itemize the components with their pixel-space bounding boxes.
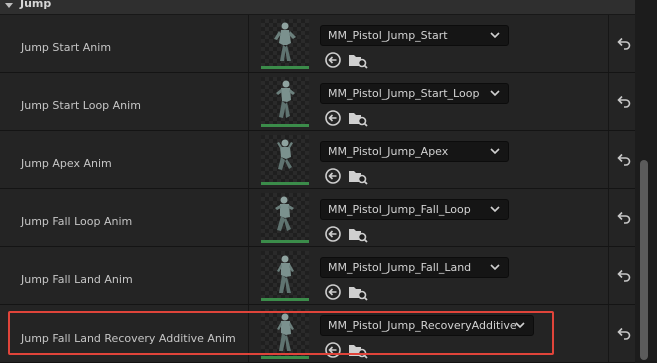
- animation-thumbnail[interactable]: [261, 193, 309, 243]
- asset-dropdown[interactable]: MM_Pistol_Jump_Fall_Loop: [320, 199, 509, 220]
- character-figure-icon: [274, 22, 296, 61]
- property-row: Jump Start Anim MM_Pistol_Jump_Start: [0, 15, 635, 73]
- animation-thumbnail[interactable]: [261, 77, 309, 127]
- asset-name: MM_Pistol_Jump_RecoveryAdditive: [328, 319, 517, 332]
- asset-name: MM_Pistol_Jump_Start_Loop: [328, 87, 480, 100]
- property-label: Jump Fall Land Recovery Additive Anim: [21, 332, 236, 345]
- property-row: Jump Fall Loop Anim MM_Pistol_Jump_Fall_…: [0, 189, 635, 247]
- character-figure-icon: [275, 196, 294, 231]
- property-label: Jump Fall Loop Anim: [21, 215, 133, 228]
- property-name-cell: Jump Fall Land Anim: [0, 247, 249, 304]
- asset-name: MM_Pistol_Jump_Apex: [328, 145, 449, 158]
- animation-thumbnail[interactable]: [261, 251, 309, 301]
- use-selected-arrow-icon[interactable]: [324, 51, 342, 69]
- property-name-cell: Jump Fall Land Recovery Additive Anim: [0, 305, 249, 362]
- browse-folder-icon[interactable]: [348, 167, 368, 185]
- use-selected-arrow-icon[interactable]: [324, 225, 342, 243]
- asset-name: MM_Pistol_Jump_Fall_Land: [328, 261, 472, 274]
- property-value-cell: MM_Pistol_Jump_Fall_Land: [253, 247, 608, 304]
- property-value-cell: MM_Pistol_Jump_Apex: [253, 131, 608, 188]
- browse-folder-icon[interactable]: [348, 51, 368, 69]
- property-label: Jump Start Loop Anim: [21, 99, 141, 112]
- reset-column: [608, 189, 636, 246]
- reset-column: [608, 247, 636, 304]
- property-name-cell: Jump Fall Loop Anim: [0, 189, 249, 246]
- property-value-cell: MM_Pistol_Jump_Fall_Loop: [253, 189, 608, 246]
- reset-to-default-icon[interactable]: [617, 327, 631, 340]
- character-figure-icon: [277, 255, 294, 293]
- property-row: Jump Fall Land Recovery Additive Anim MM…: [0, 305, 635, 363]
- asset-name: MM_Pistol_Jump_Fall_Loop: [328, 203, 471, 216]
- property-label: Jump Fall Land Anim: [21, 273, 133, 286]
- asset-dropdown[interactable]: MM_Pistol_Jump_Start_Loop: [320, 83, 509, 104]
- property-name-cell: Jump Start Anim: [0, 15, 249, 72]
- property-label: Jump Start Anim: [21, 41, 112, 54]
- section-header-jump[interactable]: Jump: [0, 0, 635, 15]
- use-selected-arrow-icon[interactable]: [324, 109, 342, 127]
- reset-column: [608, 15, 636, 72]
- asset-dropdown[interactable]: MM_Pistol_Jump_Start: [320, 25, 509, 46]
- property-row: Jump Start Loop Anim MM_Pistol_Jump_Star…: [0, 73, 635, 131]
- chevron-down-icon: [490, 32, 500, 39]
- chevron-down-icon: [490, 206, 500, 213]
- asset-dropdown[interactable]: MM_Pistol_Jump_Fall_Land: [320, 257, 509, 278]
- reset-column: [608, 131, 636, 188]
- property-name-cell: Jump Apex Anim: [0, 131, 249, 188]
- reset-to-default-icon[interactable]: [617, 95, 631, 108]
- browse-folder-icon[interactable]: [348, 225, 368, 243]
- chevron-down-icon: [490, 264, 500, 271]
- use-selected-arrow-icon[interactable]: [324, 341, 342, 359]
- property-value-cell: MM_Pistol_Jump_RecoveryAdditive: [253, 305, 608, 362]
- section-title: Jump: [20, 0, 52, 10]
- asset-dropdown[interactable]: MM_Pistol_Jump_RecoveryAdditive: [320, 315, 534, 336]
- animation-thumbnail[interactable]: [261, 135, 309, 185]
- chevron-down-icon: [490, 148, 500, 155]
- browse-folder-icon[interactable]: [348, 341, 368, 359]
- reset-to-default-icon[interactable]: [617, 211, 631, 224]
- use-selected-arrow-icon[interactable]: [324, 167, 342, 185]
- collapse-arrow-icon[interactable]: [5, 3, 13, 8]
- asset-name: MM_Pistol_Jump_Start: [328, 29, 448, 42]
- scrollbar-thumb[interactable]: [640, 160, 648, 360]
- browse-folder-icon[interactable]: [348, 109, 368, 127]
- animation-thumbnail[interactable]: [261, 309, 309, 359]
- property-row: Jump Apex Anim MM_Pistol_Jump_Apex: [0, 131, 635, 189]
- reset-to-default-icon[interactable]: [617, 269, 631, 282]
- asset-dropdown[interactable]: MM_Pistol_Jump_Apex: [320, 141, 509, 162]
- chevron-down-icon: [490, 90, 500, 97]
- chevron-down-icon: [515, 322, 525, 329]
- use-selected-arrow-icon[interactable]: [324, 283, 342, 301]
- reset-to-default-icon[interactable]: [617, 153, 631, 166]
- property-value-cell: MM_Pistol_Jump_Start: [253, 15, 608, 72]
- character-figure-icon: [277, 313, 294, 351]
- browse-folder-icon[interactable]: [348, 283, 368, 301]
- reset-to-default-icon[interactable]: [617, 37, 631, 50]
- property-name-cell: Jump Start Loop Anim: [0, 73, 249, 130]
- reset-column: [608, 305, 636, 362]
- property-label: Jump Apex Anim: [21, 157, 112, 170]
- animation-thumbnail[interactable]: [261, 19, 309, 69]
- character-figure-icon: [277, 139, 293, 170]
- character-figure-icon: [276, 80, 295, 118]
- reset-column: [608, 73, 636, 130]
- property-value-cell: MM_Pistol_Jump_Start_Loop: [253, 73, 608, 130]
- property-row: Jump Fall Land Anim MM_Pistol_Jump_Fall_…: [0, 247, 635, 305]
